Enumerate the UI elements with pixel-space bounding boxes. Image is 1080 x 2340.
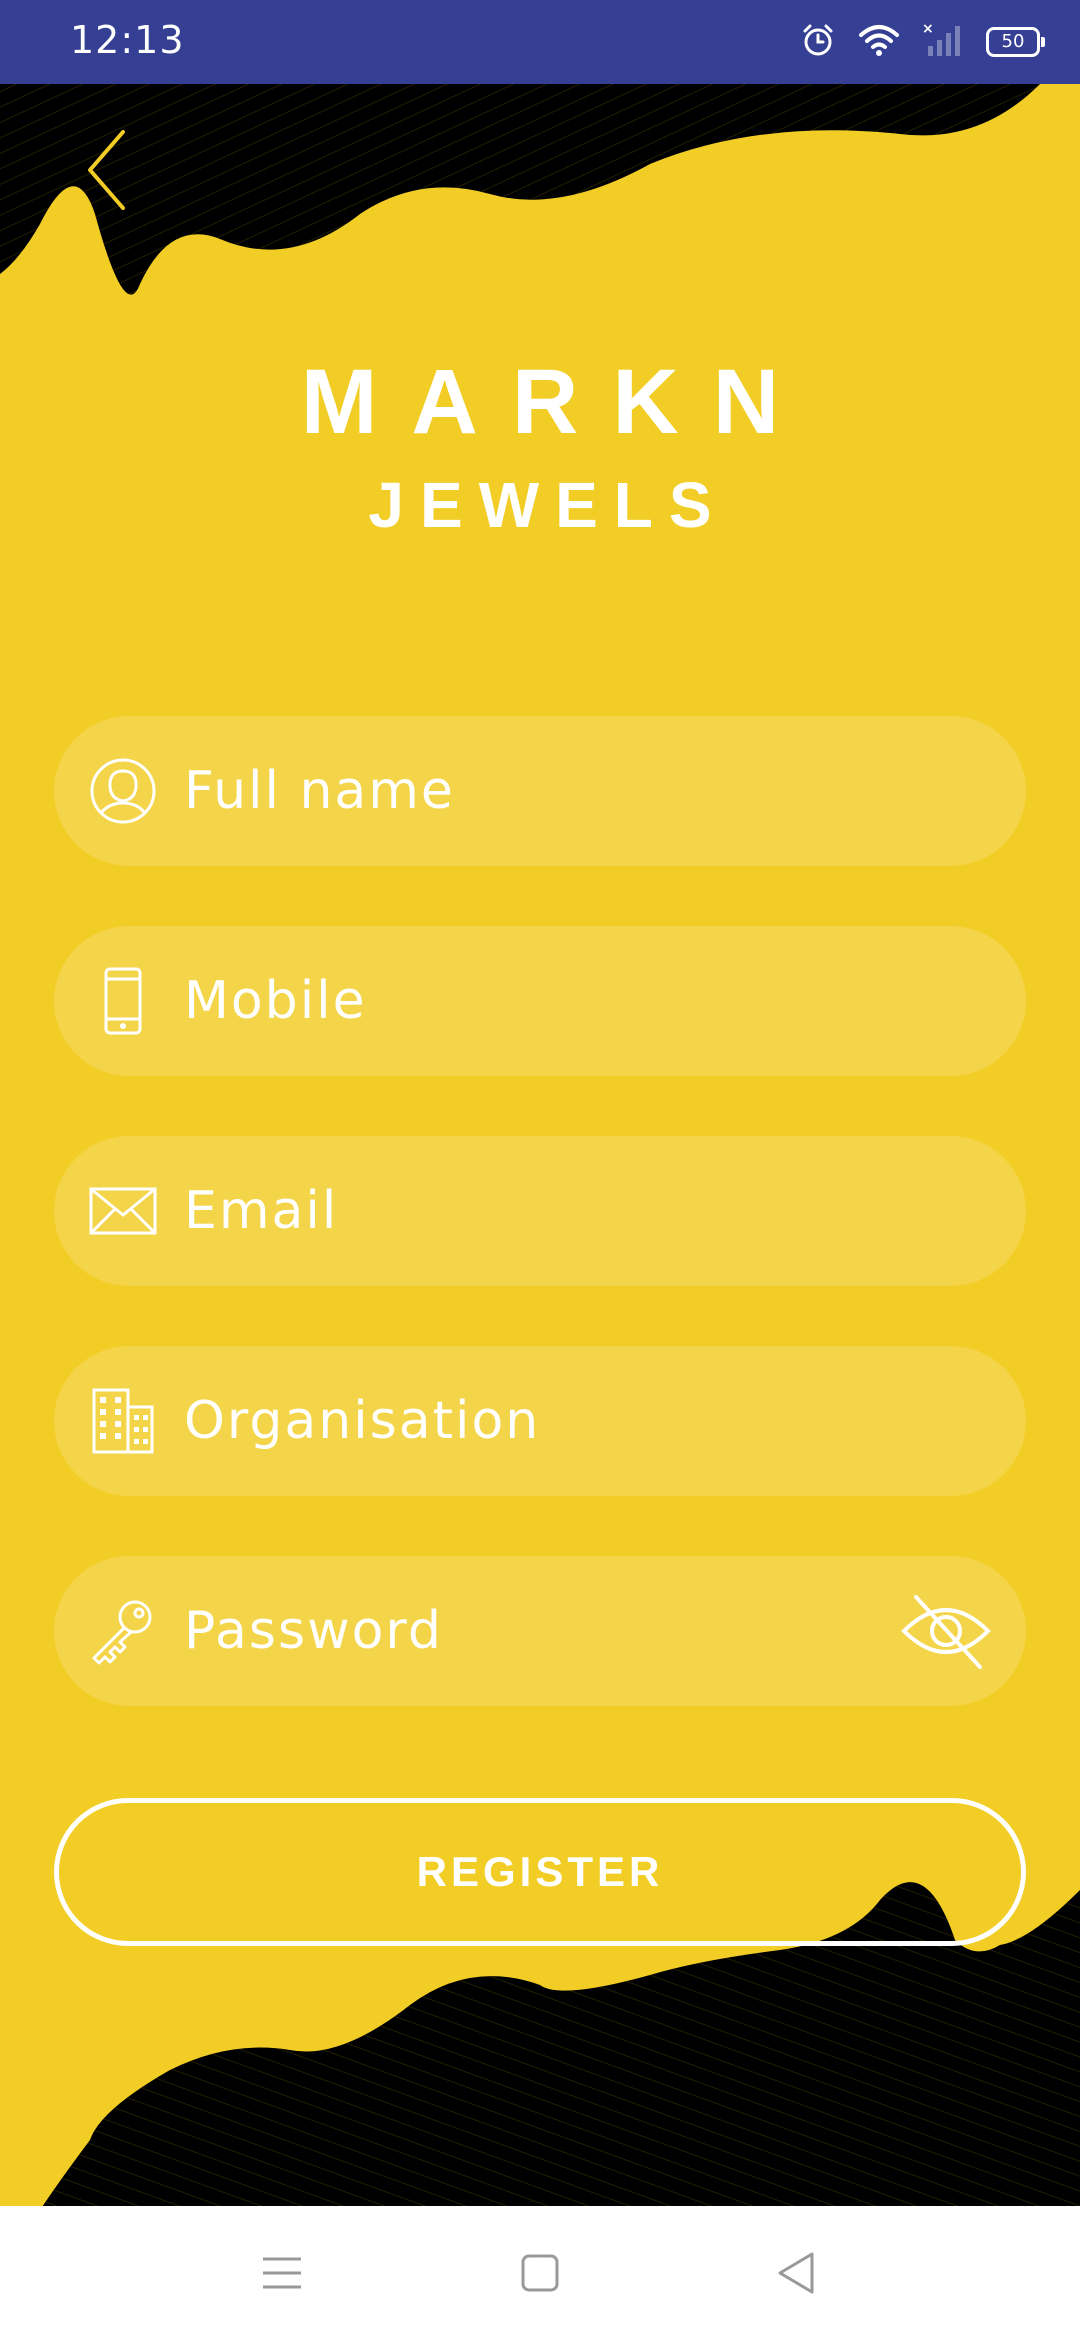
password-field[interactable] [54, 1556, 1026, 1706]
mobile-phone-icon [88, 966, 158, 1036]
alarm-icon [800, 22, 836, 63]
status-bar: 12:13 × 50 [0, 0, 1080, 84]
brand-subtitle: JEWELS [368, 469, 728, 541]
key-icon [88, 1596, 158, 1666]
back-nav-button[interactable] [736, 2206, 856, 2340]
mobile-input[interactable] [184, 926, 1026, 1076]
email-input[interactable] [184, 1136, 1026, 1286]
status-icons: × 50 [800, 21, 1045, 63]
back-triangle-icon [778, 2252, 814, 2294]
battery-icon: 50 [986, 27, 1045, 57]
status-time: 12:13 [70, 18, 185, 62]
eye-off-icon [901, 1595, 991, 1669]
mobile-field[interactable] [54, 926, 1026, 1076]
register-button[interactable]: REGISTER [54, 1798, 1026, 1946]
building-icon [88, 1386, 158, 1456]
user-icon [88, 756, 158, 826]
menu-button[interactable] [222, 2206, 342, 2340]
home-button[interactable] [480, 2206, 600, 2340]
envelope-icon [88, 1176, 158, 1246]
chevron-left-icon [88, 130, 125, 210]
brand-title: MARKN [300, 351, 814, 453]
home-square-icon [521, 2254, 559, 2292]
email-field[interactable] [54, 1136, 1026, 1286]
organisation-field[interactable] [54, 1346, 1026, 1496]
full-name-field[interactable] [54, 716, 1026, 866]
register-screen: 12:13 × 50 MARKN JEWELS Full name Mobile… [0, 0, 1080, 2340]
system-nav-bar [0, 2206, 1080, 2340]
password-input[interactable] [184, 1556, 896, 1706]
back-button[interactable] [78, 120, 148, 220]
menu-icon [263, 2257, 301, 2289]
toggle-password-visibility-button[interactable] [896, 1581, 996, 1681]
organisation-input[interactable] [184, 1346, 1026, 1496]
svg-text:×: × [922, 22, 934, 37]
wifi-icon [858, 23, 900, 62]
full-name-input[interactable] [184, 716, 1026, 866]
signal-icon: × [922, 21, 964, 63]
